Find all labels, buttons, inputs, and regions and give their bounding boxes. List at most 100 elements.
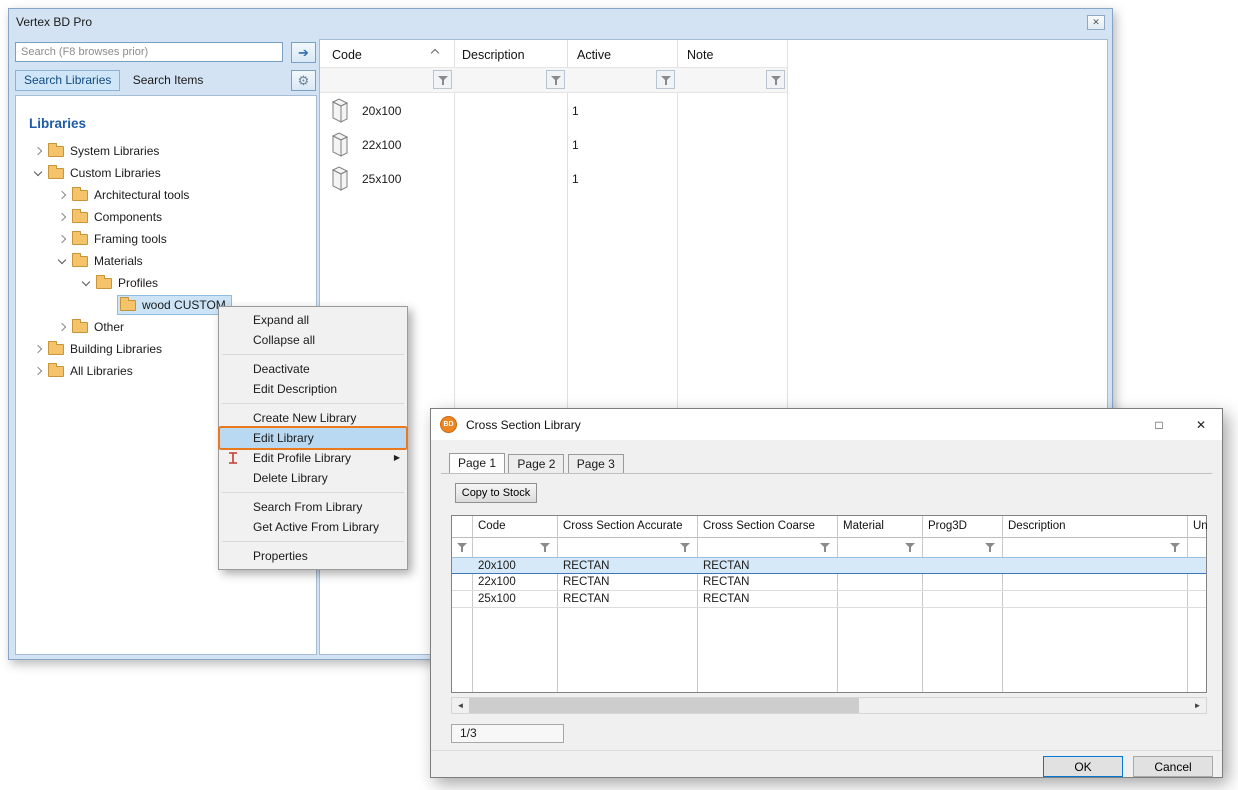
cancel-button[interactable]: Cancel: [1133, 756, 1213, 777]
sort-ascending-icon: [431, 49, 439, 57]
filter-funnel-material[interactable]: [904, 541, 916, 553]
column-header-active[interactable]: Active: [577, 48, 611, 62]
tab-search-items[interactable]: Search Items: [124, 70, 213, 91]
column-header-cross-section-coarse[interactable]: Cross Section Coarse: [703, 520, 815, 532]
maximize-icon[interactable]: □: [1138, 409, 1180, 440]
column-header-description[interactable]: Description: [462, 48, 525, 62]
chevron-right-icon[interactable]: [30, 148, 46, 154]
profile-cross-section-icon: [328, 165, 352, 196]
grid-row-25x100[interactable]: 25x100 1: [320, 162, 787, 196]
tree-item-system-libraries[interactable]: System Libraries: [16, 140, 316, 162]
column-header-unit[interactable]: Un: [1193, 520, 1208, 532]
filter-funnel-code[interactable]: [433, 70, 452, 89]
filter-funnel-selector[interactable]: [456, 541, 468, 553]
dialog-title: Cross Section Library: [466, 418, 581, 432]
search-input[interactable]: [15, 42, 283, 62]
menu-separator: [222, 354, 404, 355]
filter-funnel-code[interactable]: [539, 541, 551, 553]
scroll-right-icon[interactable]: ►: [1189, 698, 1206, 713]
dialog-titlebar[interactable]: BD Cross Section Library □ ✕: [431, 409, 1222, 440]
close-icon[interactable]: ✕: [1180, 409, 1222, 440]
main-window-titlebar[interactable]: Vertex BD Pro ✕: [9, 9, 1112, 35]
folder-icon: [48, 366, 64, 377]
chevron-down-icon[interactable]: [54, 259, 70, 263]
cell-code: 22x100: [362, 138, 401, 152]
tree-item-architectural-tools[interactable]: Architectural tools: [16, 184, 316, 206]
column-header-cross-section-accurate[interactable]: Cross Section Accurate: [563, 520, 683, 532]
cell-accurate: RECTAN: [563, 592, 609, 607]
funnel-icon: [437, 74, 449, 86]
column-header-note[interactable]: Note: [687, 48, 713, 62]
chevron-right-icon[interactable]: [30, 368, 46, 374]
grid-row-20x100[interactable]: 20x100 1: [320, 94, 787, 128]
funnel-icon: [660, 74, 672, 86]
column-header-code[interactable]: Code: [478, 520, 506, 532]
tree-item-materials[interactable]: Materials: [16, 250, 316, 272]
filter-funnel-active[interactable]: [656, 70, 675, 89]
cell-accurate: RECTAN: [563, 575, 609, 590]
scrollbar-thumb[interactable]: [469, 698, 859, 713]
arrow-right-icon: ➔: [298, 45, 309, 60]
tab-page-3[interactable]: Page 3: [568, 454, 624, 474]
tree-item-framing-tools[interactable]: Framing tools: [16, 228, 316, 250]
chevron-right-icon[interactable]: [54, 324, 70, 330]
menu-item-delete-library[interactable]: Delete Library: [219, 468, 407, 488]
cross-section-library-dialog: BD Cross Section Library □ ✕ Page 1 Page…: [430, 408, 1223, 778]
gear-icon[interactable]: ⚙: [291, 70, 316, 91]
menu-separator: [222, 492, 404, 493]
tab-page-1[interactable]: Page 1: [449, 453, 505, 474]
close-icon[interactable]: ✕: [1087, 15, 1105, 30]
filter-funnel-note[interactable]: [766, 70, 785, 89]
menu-item-properties[interactable]: Properties: [219, 546, 407, 566]
column-header-description[interactable]: Description: [1008, 520, 1066, 532]
menu-item-edit-library[interactable]: Edit Library: [219, 428, 407, 448]
column-header-prog3d[interactable]: Prog3D: [928, 520, 967, 532]
ok-button[interactable]: OK: [1043, 756, 1123, 777]
menu-item-expand-all[interactable]: Expand all: [219, 310, 407, 330]
chevron-right-icon[interactable]: [54, 214, 70, 220]
chevron-right-icon[interactable]: [54, 236, 70, 242]
folder-icon: [72, 234, 88, 245]
scroll-left-icon[interactable]: ◄: [452, 698, 469, 713]
menu-item-create-new-library[interactable]: Create New Library: [219, 408, 407, 428]
menu-item-collapse-all[interactable]: Collapse all: [219, 330, 407, 350]
filter-funnel-prog3d[interactable]: [984, 541, 996, 553]
dialog-row-20x100[interactable]: 20x100 RECTAN RECTAN: [452, 557, 1206, 574]
tree-item-profiles[interactable]: Profiles: [16, 272, 316, 294]
cell-active: 1: [572, 104, 579, 118]
filter-funnel-accurate[interactable]: [679, 541, 691, 553]
tree-item-label: Profiles: [118, 276, 158, 290]
filter-funnel-coarse[interactable]: [819, 541, 831, 553]
chevron-right-icon[interactable]: [54, 192, 70, 198]
menu-item-get-active-from-library[interactable]: Get Active From Library: [219, 517, 407, 537]
folder-icon: [120, 300, 136, 311]
tree-item-components[interactable]: Components: [16, 206, 316, 228]
folder-icon: [48, 146, 64, 157]
chevron-right-icon[interactable]: [30, 346, 46, 352]
menu-item-search-from-library[interactable]: Search From Library: [219, 497, 407, 517]
app-icon: BD: [440, 416, 457, 433]
column-header-code[interactable]: Code: [332, 48, 362, 62]
chevron-down-icon[interactable]: [30, 171, 46, 175]
menu-item-edit-description[interactable]: Edit Description: [219, 379, 407, 399]
menu-item-edit-profile-library[interactable]: Edit Profile Library ▶: [219, 448, 407, 468]
tree-item-label: Materials: [94, 254, 143, 268]
menu-item-deactivate[interactable]: Deactivate: [219, 359, 407, 379]
dialog-row-22x100[interactable]: 22x100 RECTAN RECTAN: [452, 574, 1206, 591]
horizontal-scrollbar[interactable]: ◄ ►: [451, 697, 1207, 714]
tree-item-custom-libraries[interactable]: Custom Libraries: [16, 162, 316, 184]
column-header-material[interactable]: Material: [843, 520, 884, 532]
tab-page-2[interactable]: Page 2: [508, 454, 564, 474]
filter-funnel-description[interactable]: [1169, 541, 1181, 553]
grid-row-22x100[interactable]: 22x100 1: [320, 128, 787, 162]
cell-active: 1: [572, 172, 579, 186]
copy-to-stock-button[interactable]: Copy to Stock: [455, 483, 537, 503]
header-divider: [452, 537, 1206, 538]
menu-separator: [222, 541, 404, 542]
dialog-row-25x100[interactable]: 25x100 RECTAN RECTAN: [452, 591, 1206, 608]
filter-funnel-description[interactable]: [546, 70, 565, 89]
chevron-down-icon[interactable]: [78, 281, 94, 285]
tab-search-libraries[interactable]: Search Libraries: [15, 70, 120, 91]
search-go-button[interactable]: ➔: [291, 42, 316, 63]
cell-code: 25x100: [362, 172, 401, 186]
